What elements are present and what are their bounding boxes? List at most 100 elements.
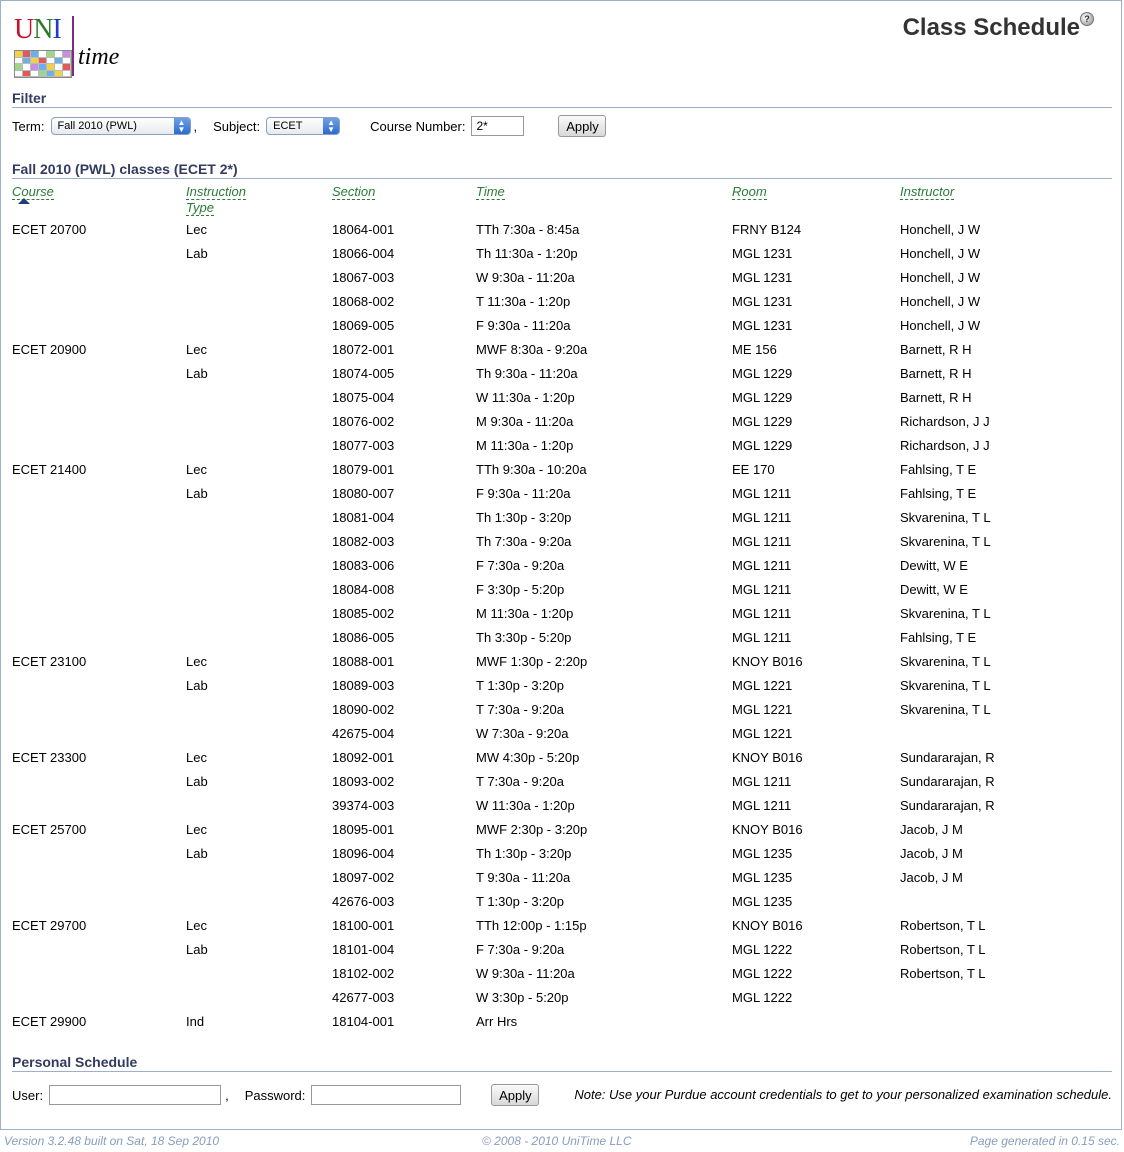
table-row[interactable]: Lab 18066-004 Th 11:30a - 1:20p MGL 1231 Hon… xyxy=(0,246,1124,270)
table-row[interactable]: Lab 18089-003 T 1:30p - 3:20p MGL 1221 Skvar… xyxy=(0,678,1124,702)
instructor-cell: Honchell, J W xyxy=(900,222,981,237)
footer-copyright[interactable]: © 2008 - 2010 UniTime LLC xyxy=(482,1134,631,1148)
section-cell: 18082-003 xyxy=(332,534,395,549)
instruction-type-cell: Lec xyxy=(186,222,207,237)
room-cell: MGL 1231 xyxy=(732,294,793,309)
table-row[interactable]: ECET 23300 Lec 18092-001 MW 4:30p - 5:20p KN… xyxy=(0,750,1124,774)
table-row[interactable]: ECET 21400 Lec 18079-001 TTh 9:30a - 10:20a… xyxy=(0,462,1124,486)
help-icon[interactable]: ? xyxy=(1080,12,1094,26)
room-cell: EE 170 xyxy=(732,462,775,477)
room-cell: MGL 1229 xyxy=(732,390,793,405)
room-cell: MGL 1211 xyxy=(732,534,792,549)
table-row[interactable]: ECET 29700 Lec 18100-001 TTh 12:00p - 1:15p… xyxy=(0,918,1124,942)
time-cell: TTh 7:30a - 8:45a xyxy=(476,222,580,237)
table-row[interactable]: Lab 18101-004 F 7:30a - 9:20a MGL 1222 Rober… xyxy=(0,942,1124,966)
table-row[interactable]: 42676-003 T 1:30p - 3:20p MGL 1235 xyxy=(0,894,1124,918)
table-row[interactable]: Lab 18093-002 T 7:30a - 9:20a MGL 1211 Sunda… xyxy=(0,774,1124,798)
section-cell: 18090-002 xyxy=(332,702,395,717)
room-cell: MGL 1231 xyxy=(732,318,793,333)
room-cell: MGL 1221 xyxy=(732,678,793,693)
section-cell: 18086-005 xyxy=(332,630,395,645)
section-cell: 39374-003 xyxy=(332,798,395,813)
time-cell: TTh 9:30a - 10:20a xyxy=(476,462,587,477)
room-cell: MGL 1211 xyxy=(732,558,792,573)
password-label: Password: xyxy=(244,1087,306,1103)
user-label: User: xyxy=(12,1087,44,1103)
table-row[interactable]: ECET 20900 Lec 18072-001 MWF 8:30a - 9:20a M… xyxy=(0,342,1124,366)
instruction-type-cell: Lec xyxy=(186,822,207,837)
user-input[interactable] xyxy=(49,1085,222,1105)
section-cell: 18081-004 xyxy=(332,510,395,525)
instruction-type-cell: Lab xyxy=(186,678,208,693)
table-row[interactable]: 18081-004 Th 1:30p - 3:20p MGL 1211 Skvaren… xyxy=(0,510,1124,534)
room-cell: MGL 1221 xyxy=(732,702,793,717)
instructor-cell: Sundararajan, R xyxy=(900,798,995,813)
password-input[interactable] xyxy=(311,1085,462,1105)
time-cell: F 7:30a - 9:20a xyxy=(476,942,565,957)
table-row[interactable]: 18084-008 F 3:30p - 5:20p MGL 1211 Dewitt, … xyxy=(0,582,1124,606)
room-cell: MGL 1211 xyxy=(732,774,792,789)
time-cell: W 11:30a - 1:20p xyxy=(476,390,575,405)
section-cell: 18072-001 xyxy=(332,342,395,357)
term-select[interactable]: Fall 2010 (PWL) ▲ ▼ xyxy=(50,117,191,135)
instructor-cell: Robertson, T L xyxy=(900,918,986,933)
room-cell: MGL 1221 xyxy=(732,726,793,741)
table-row[interactable]: 42677-003 W 3:30p - 5:20p MGL 1222 xyxy=(0,990,1124,1014)
subject-select[interactable]: ECET ▲ ▼ xyxy=(266,117,341,135)
instruction-type-cell: Lab xyxy=(186,366,208,381)
instructor-cell: Fahlsing, T E xyxy=(900,630,977,645)
time-cell: T 9:30a - 11:20a xyxy=(476,870,571,885)
section-cell: 18100-001 xyxy=(332,918,395,933)
section-cell: 18069-005 xyxy=(332,318,395,333)
table-row[interactable]: 18082-003 Th 7:30a - 9:20a MGL 1211 Skvaren… xyxy=(0,534,1124,558)
table-row[interactable]: 18076-002 M 9:30a - 11:20a MGL 1229 Richard… xyxy=(0,414,1124,438)
room-cell: KNOY B016 xyxy=(732,750,803,765)
table-row[interactable]: 18083-006 F 7:30a - 9:20a MGL 1211 Dewitt, … xyxy=(0,558,1124,582)
filter-apply-button[interactable]: Apply xyxy=(558,115,607,137)
instructor-cell: Honchell, J W xyxy=(900,294,981,309)
instruction-type-cell: Ind xyxy=(186,1014,205,1029)
column-header-time[interactable]: Time xyxy=(476,184,505,200)
table-row[interactable]: Lab 18074-005 Th 9:30a - 11:20a MGL 1229 Bar… xyxy=(0,366,1124,390)
time-cell: T 11:30a - 1:20p xyxy=(476,294,571,309)
table-row[interactable]: Lab 18096-004 Th 1:30p - 3:20p MGL 1235 Jaco… xyxy=(0,846,1124,870)
course-number-input[interactable]: 2* xyxy=(471,116,525,136)
table-row[interactable]: ECET 20700 Lec 18064-001 TTh 7:30a - 8:45a F… xyxy=(0,222,1124,246)
table-row[interactable]: 18067-003 W 9:30a - 11:20a MGL 1231 Honchel… xyxy=(0,270,1124,294)
sort-ascending-icon xyxy=(18,198,30,204)
instructor-cell: Fahlsing, T E xyxy=(900,462,977,477)
room-cell: MGL 1211 xyxy=(732,606,792,621)
table-row[interactable]: 18086-005 Th 3:30p - 5:20p MGL 1211 Fahlsin… xyxy=(0,630,1124,654)
instructor-cell: Honchell, J W xyxy=(900,246,981,261)
table-row[interactable]: 18069-005 F 9:30a - 11:20a MGL 1231 Honchel… xyxy=(0,318,1124,342)
personal-schedule-header: Personal Schedule xyxy=(12,1054,1112,1072)
table-row[interactable]: 18068-002 T 11:30a - 1:20p MGL 1231 Honchel… xyxy=(0,294,1124,318)
table-row[interactable]: ECET 23100 Lec 18088-001 MWF 1:30p - 2:20p K… xyxy=(0,654,1124,678)
table-row[interactable]: 18085-002 M 11:30a - 1:20p MGL 1211 Skvaren… xyxy=(0,606,1124,630)
table-row[interactable]: ECET 29900 Ind 18104-001 Arr Hrs xyxy=(0,1014,1124,1038)
table-row[interactable]: 18075-004 W 11:30a - 1:20p MGL 1229 Barnett… xyxy=(0,390,1124,414)
instructor-cell: Skvarenina, T L xyxy=(900,606,991,621)
personal-apply-button[interactable]: Apply xyxy=(491,1084,540,1106)
course-cell: ECET 29900 xyxy=(12,1014,87,1029)
table-row[interactable]: ECET 25700 Lec 18095-001 MWF 2:30p - 3:20p K… xyxy=(0,822,1124,846)
course-cell: ECET 25700 xyxy=(12,822,87,837)
table-row[interactable]: 18090-002 T 7:30a - 9:20a MGL 1221 Skvareni… xyxy=(0,702,1124,726)
column-header-instructor[interactable]: Instructor xyxy=(900,184,955,200)
term-select-value: Fall 2010 (PWL) xyxy=(57,120,137,132)
table-row[interactable]: 18102-002 W 9:30a - 11:20a MGL 1222 Roberts… xyxy=(0,966,1124,990)
unitime-logo[interactable]: UNI time xyxy=(12,14,124,78)
table-row[interactable]: 39374-003 W 11:30a - 1:20p MGL 1211 Sundara… xyxy=(0,798,1124,822)
column-header-section[interactable]: Section xyxy=(332,184,376,200)
table-row[interactable]: 18077-003 M 11:30a - 1:20p MGL 1229 Richard… xyxy=(0,438,1124,462)
column-header-instruction-type[interactable]: Instruction Type xyxy=(186,184,246,216)
section-cell: 42677-003 xyxy=(332,990,395,1005)
table-row[interactable]: Lab 18080-007 F 9:30a - 11:20a MGL 1211 Fahl… xyxy=(0,486,1124,510)
table-row[interactable]: 18097-002 T 9:30a - 11:20a MGL 1235 Jacob, … xyxy=(0,870,1124,894)
instructor-cell: Skvarenina, T L xyxy=(900,510,991,525)
table-row[interactable]: 42675-004 W 7:30a - 9:20a MGL 1221 xyxy=(0,726,1124,750)
time-cell: W 9:30a - 11:20a xyxy=(476,270,575,285)
column-header-room[interactable]: Room xyxy=(732,184,767,200)
instruction-type-cell: Lab xyxy=(186,774,208,789)
time-cell: W 11:30a - 1:20p xyxy=(476,798,575,813)
